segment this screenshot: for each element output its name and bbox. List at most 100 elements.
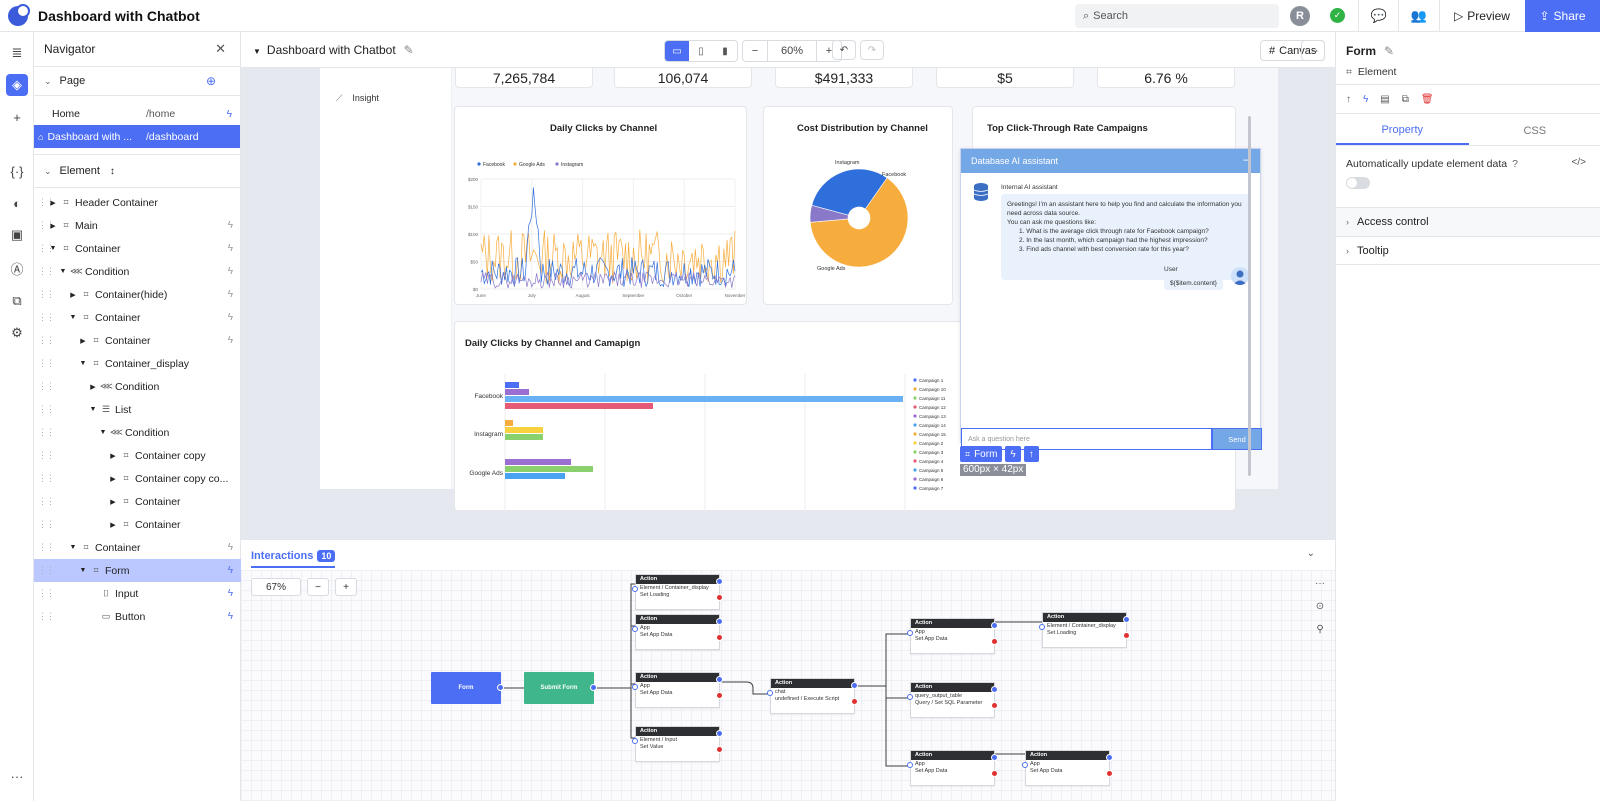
error-port[interactable] (716, 594, 723, 601)
flow-action-node[interactable]: Action query_output_table Query / Set SQL … (910, 682, 995, 718)
success-port[interactable] (716, 676, 723, 683)
bolt-icon[interactable]: ϟ (228, 565, 233, 576)
error-port[interactable] (991, 770, 998, 777)
search-input[interactable]: ⌕ Search (1075, 4, 1279, 28)
input-port[interactable] (907, 630, 913, 636)
drag-handle-icon[interactable]: ⋮⋮ (38, 588, 55, 599)
bolt-icon[interactable]: ϟ (228, 588, 233, 599)
tree-item[interactable]: ⋮⋮ ▼ ☰ List (34, 398, 241, 421)
input-port[interactable] (632, 586, 638, 592)
edit-icon[interactable]: ✎ (404, 43, 414, 57)
flow-trigger[interactable]: Form (431, 672, 501, 704)
success-port[interactable] (851, 682, 858, 689)
caret-right-icon[interactable]: ▶ (108, 452, 118, 460)
bolt-icon[interactable]: ϟ (228, 335, 233, 346)
puzzle-icon[interactable]: ⧉ (6, 290, 28, 312)
caret-right-icon[interactable]: ▶ (68, 291, 78, 299)
document-icon[interactable]: ▤ (1380, 94, 1389, 105)
copy-icon[interactable]: ⧉ (1402, 94, 1409, 105)
drag-handle-icon[interactable]: ⋮⋮ (38, 404, 55, 415)
caret-right-icon[interactable]: ▶ (108, 521, 118, 529)
flow-zoom-value[interactable]: 67% (251, 578, 301, 596)
redo-icon[interactable]: ↷ (860, 40, 884, 60)
input-port[interactable] (632, 626, 638, 632)
share-button[interactable]: ⇪ Share (1525, 0, 1600, 32)
drag-handle-icon[interactable]: ⋮⋮ (38, 312, 55, 323)
edit-icon[interactable]: ✎ (1384, 44, 1394, 58)
flow-trigger[interactable]: Submit Form (524, 672, 594, 704)
input-port[interactable] (767, 690, 773, 696)
error-port[interactable] (716, 692, 723, 699)
tree-item[interactable]: ⋮⋮ ▶ ⌗ Main ϟ (34, 214, 241, 237)
success-port[interactable] (716, 730, 723, 737)
undo-icon[interactable]: ↶ (832, 40, 856, 60)
tree-item[interactable]: ⋮⋮ ▭ Button ϟ (34, 605, 241, 628)
output-port[interactable] (497, 684, 504, 691)
wand-icon[interactable]: ⚲ (1315, 624, 1325, 635)
drag-handle-icon[interactable]: ⋮⋮ (38, 243, 55, 254)
tree-item[interactable]: ⋮⋮ ▶ ⌗ Container(hide) ϟ (34, 283, 241, 306)
input-port[interactable] (632, 684, 638, 690)
flow-zoom-in-button[interactable]: + (335, 578, 357, 596)
bolt-icon[interactable]: ϟ (1363, 94, 1368, 105)
success-port[interactable] (716, 578, 723, 585)
bolt-icon[interactable]: ϟ (228, 243, 233, 254)
bolt-icon[interactable]: ϟ (228, 220, 233, 231)
drag-handle-icon[interactable]: ⋮⋮ (38, 450, 55, 461)
tree-item[interactable]: ⋮⋮ ▶ ⋘ Condition (34, 375, 241, 398)
tab-interactions[interactable]: Interactions 10 (251, 550, 336, 568)
input-port[interactable] (1022, 762, 1028, 768)
mobile-icon[interactable]: ▮ (713, 41, 737, 61)
flow-action-node[interactable]: Action App Set App Data (635, 614, 720, 650)
success-port[interactable] (991, 754, 998, 761)
caret-down-icon[interactable]: ▼ (68, 544, 78, 551)
palette-icon[interactable]: ◐ (6, 192, 28, 214)
flow-action-node[interactable]: Action Element / Container_display Set Loa… (1042, 612, 1127, 648)
flow-action-node[interactable]: Action Element / Container_display Set Loa… (635, 574, 720, 610)
database-icon[interactable]: ≣ (6, 42, 28, 64)
flow-action-node[interactable]: Action App Set App Data (1025, 750, 1110, 786)
tree-item[interactable]: ⋮⋮ ▶ ⌗ Container (34, 490, 241, 513)
caret-right-icon[interactable]: ▶ (78, 337, 88, 345)
drag-handle-icon[interactable]: ⋮⋮ (38, 358, 55, 369)
input-port[interactable] (1039, 624, 1045, 630)
users-icon[interactable]: 👥 (1401, 0, 1437, 32)
sort-icon[interactable]: ↕ (110, 166, 115, 177)
drag-handle-icon[interactable]: ⋮⋮ (38, 289, 55, 300)
tree-item[interactable]: ⋮⋮ ▼ ⋘ Condition (34, 421, 241, 444)
caret-right-icon[interactable]: ▶ (108, 475, 118, 483)
error-port[interactable] (991, 702, 998, 709)
bolt-icon[interactable]: ϟ (228, 611, 233, 622)
arrow-up-icon[interactable]: ↑ (1346, 94, 1351, 105)
preview-button[interactable]: ▷ Preview (1440, 0, 1524, 32)
drag-handle-icon[interactable]: ⋮⋮ (38, 611, 55, 622)
help-icon[interactable]: ? (1512, 158, 1518, 170)
flow-action-node[interactable]: Action chat undefined / Execute Script (770, 678, 855, 714)
access-control-section[interactable]: › Access control (1336, 207, 1600, 236)
tab-css[interactable]: CSS (1469, 116, 1600, 145)
caret-right-icon[interactable]: ▶ (108, 498, 118, 506)
success-port[interactable] (991, 686, 998, 693)
drag-handle-icon[interactable]: ⋮⋮ (38, 197, 55, 208)
zoom-out-button[interactable]: − (743, 41, 767, 61)
tablet-icon[interactable]: ▯ (689, 41, 713, 61)
error-port[interactable] (851, 698, 858, 705)
tree-item[interactable]: ⋮⋮ ▶ ⌗ Header Container (34, 191, 241, 214)
error-port[interactable] (991, 638, 998, 645)
more-icon[interactable]: ··· (1315, 578, 1325, 589)
bolt-icon[interactable]: ϟ (228, 312, 233, 323)
caret-down-icon[interactable]: ▼ (98, 429, 108, 436)
tree-item[interactable]: ⋮⋮ ▶ ⌗ Container copy co... (34, 467, 241, 490)
zoom-value[interactable]: 60% (767, 41, 817, 61)
flow-action-node[interactable]: Action Element / Input Set Value (635, 726, 720, 762)
tree-item[interactable]: ⋮⋮ ▶ ⌗ Container ϟ (34, 329, 241, 352)
font-icon[interactable]: Ⓐ (6, 257, 28, 279)
success-port[interactable] (1123, 616, 1130, 623)
flow-zoom-out-button[interactable]: − (307, 578, 329, 596)
play-circle-icon[interactable]: ⊙ (1315, 601, 1325, 612)
drag-handle-icon[interactable]: ⋮⋮ (38, 473, 55, 484)
drag-handle-icon[interactable]: ⋮⋮ (38, 427, 55, 438)
drag-handle-icon[interactable]: ⋮⋮ (38, 266, 55, 277)
success-port[interactable] (1106, 754, 1113, 761)
code-icon[interactable]: {·} (6, 160, 28, 182)
